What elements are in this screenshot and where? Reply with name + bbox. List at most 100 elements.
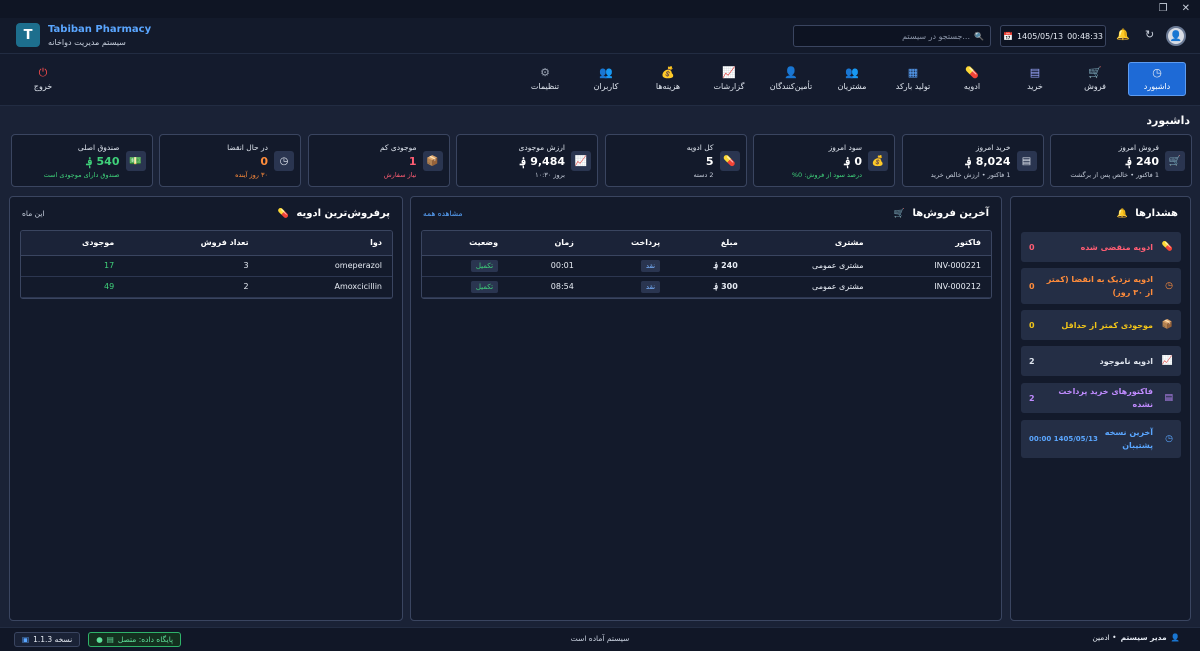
alert-count: 2 — [1029, 356, 1035, 366]
cell-name: omeperazol — [258, 255, 392, 277]
column-header: مبلغ — [670, 231, 748, 256]
alert-item[interactable]: ◷ ادویه نزدیک به انقضا (کمتر از ۳۰ روز) 0 — [1021, 268, 1181, 304]
restore-icon[interactable]: ❐ — [1159, 3, 1168, 14]
nav-label: ادویه — [963, 82, 981, 91]
card-subtext: درصد سود از فروش: 0% — [791, 171, 862, 179]
box-icon: 📦 — [422, 151, 443, 171]
card-subtext: 2 دسته — [693, 171, 714, 179]
status-badge: تکمیل — [470, 281, 499, 293]
column-header: مشتری — [747, 231, 874, 256]
nav-item-8[interactable]: 💰 هزینه‌ها — [639, 62, 697, 96]
money-bag-icon: 💰 — [661, 66, 675, 79]
column-header: وضعیت — [422, 231, 509, 256]
alert-item[interactable]: 📈 ادویه ناموجود 2 — [1021, 346, 1181, 376]
cell-stock: 17 — [21, 255, 125, 277]
table-row[interactable]: omeperazol 3 17 — [21, 255, 392, 277]
cell-stock: 49 — [21, 276, 125, 298]
date-time-display: 📅 1405/05/13 00:48:33 — [1000, 25, 1106, 47]
nav-item-10[interactable]: ⚙ تنظیمات — [516, 62, 574, 96]
summary-card: 💊 کل ادویه 5 2 دسته — [604, 134, 747, 187]
database-icon: ▤ — [106, 635, 114, 644]
summary-card: 💵 صندوق اصلی 540 ؋ صندوق دارای موجودی است — [10, 134, 153, 187]
alert-text: آخرین نسخه پشتیبان — [1104, 428, 1153, 450]
nav-item-6[interactable]: 👤 تأمین‌کنندگان — [762, 62, 820, 96]
card-subtext: 1 فاکتور • خالص پس از برگشت — [1070, 171, 1159, 179]
cell-invoice: INV-000212 — [873, 276, 991, 298]
logout-button[interactable]: ⏻ خروج — [14, 62, 72, 96]
status-badge: تکمیل — [470, 260, 499, 272]
nav-label: خرید — [1027, 82, 1043, 91]
alert-count: 1405/05/13 00:00 — [1029, 435, 1098, 443]
table-row[interactable]: INV-000212 مشتری عمومی 300 ؋ نقد 08:54 تکمیل — [422, 276, 991, 298]
column-header: زمان — [508, 231, 584, 256]
card-label: خرید امروز — [975, 143, 1011, 152]
alerts-title-text: هشدارها — [1135, 208, 1178, 219]
card-value: 0 — [260, 155, 268, 168]
nav-item-7[interactable]: 📈 گزارشات — [700, 62, 758, 96]
alert-item[interactable]: ▤ فاکتورهای خرید پرداخت نشده 2 — [1021, 383, 1181, 413]
card-value: 240 ؋ — [1125, 155, 1159, 168]
latest-sales-table: فاکتور مشتری مبلغ پرداخت زمان وضعیت INV-00022… — [421, 230, 992, 299]
nav-item-5[interactable]: 👥 مشتریان — [823, 62, 881, 96]
nav-item-3[interactable]: 💊 ادویه — [943, 62, 1001, 96]
window-controls: ❐ ✕ — [1159, 3, 1190, 14]
cart-icon: 🛒 — [1165, 151, 1185, 171]
refresh-icon[interactable]: ↻ — [1145, 28, 1154, 41]
column-header: موجودی — [21, 231, 125, 256]
summary-card: 📈 ارزش موجودی 9,484 ؋ بروز ۱۰:۳۰ — [456, 134, 598, 187]
current-time: 00:48:33 — [1067, 31, 1103, 41]
table-row[interactable]: INV-000221 مشتری عمومی 240 ؋ نقد 00:01 تکمیل — [422, 255, 991, 277]
card-label: کل ادویه — [686, 143, 714, 152]
pill-icon: 💊 — [719, 151, 740, 171]
cell-time: 08:54 — [508, 276, 584, 298]
search-icon: 🔍 — [974, 31, 984, 41]
view-all-link[interactable]: مشاهده همه — [423, 209, 463, 218]
card-value: 8,024 ؋ — [965, 155, 1011, 168]
nav-item-0[interactable]: ◷ داشبورد — [1128, 62, 1186, 96]
payment-badge: نقد — [640, 281, 661, 293]
alert-item[interactable]: 📦 موجودی کمتر از حداقل 0 — [1021, 310, 1181, 340]
card-value: 0 ؋ — [844, 155, 862, 168]
current-user: 👤 مدیر سیستم • ادمین — [1092, 633, 1180, 642]
db-status-text: پایگاه داده: متصل — [117, 635, 174, 644]
nav-item-1[interactable]: 🛒 فروش — [1066, 62, 1124, 96]
top-drugs-title: پرفروش‌ترین ادویه 💊 — [278, 208, 390, 219]
column-header: تعداد فروش — [124, 231, 259, 256]
table-row[interactable]: Amoxcicillin 2 49 — [21, 276, 392, 298]
nav-item-9[interactable]: 👥 کاربران — [577, 62, 635, 96]
nav-label: گزارشات — [713, 82, 745, 91]
cell-customer: مشتری عمومی — [747, 255, 874, 277]
cell-time: 00:01 — [508, 255, 584, 277]
close-icon[interactable]: ✕ — [1182, 3, 1190, 14]
card-label: سود امروز — [828, 143, 862, 152]
chart-icon: 📈 — [571, 151, 591, 171]
bell-icon[interactable]: 🔔 — [1116, 28, 1130, 41]
card-subtext: صندوق دارای موجودی است — [43, 171, 120, 179]
card-subtext: 1 فاکتور • ارزش خالص خرید — [930, 171, 1011, 179]
avatar[interactable]: 👤 — [1166, 26, 1186, 46]
card-value: 540 ؋ — [86, 155, 120, 168]
pill-icon: 💊 — [1161, 242, 1173, 252]
money-bag-icon: 💰 — [868, 151, 888, 171]
alert-item[interactable]: ◷ آخرین نسخه پشتیبان 1405/05/13 00:00 — [1021, 420, 1181, 458]
chart-icon: 📈 — [722, 66, 736, 79]
cell-customer: مشتری عمومی — [747, 276, 874, 298]
summary-card: ▤ خرید امروز 8,024 ؋ 1 فاکتور • ارزش خالص خ… — [901, 134, 1044, 187]
top-drugs-title-text: پرفروش‌ترین ادویه — [296, 208, 390, 219]
card-label: در حال انقضا — [227, 143, 268, 152]
bell-icon: 🔔 — [1116, 209, 1128, 219]
alert-count: 0 — [1029, 242, 1035, 252]
latest-sales-title: آخرین فروش‌ها 🛒 — [894, 208, 989, 219]
alert-text: موجودی کمتر از حداقل — [1061, 320, 1153, 330]
nav-item-2[interactable]: ▤ خرید — [1006, 62, 1064, 96]
nav-label: تأمین‌کنندگان — [769, 82, 813, 91]
alert-item[interactable]: 💊 ادویه منقضی شده 0 — [1021, 232, 1181, 262]
document-icon: ▤ — [1016, 151, 1037, 171]
brand: T Tabiban Pharmacy سیستم مدیریت دواخانه — [16, 23, 151, 47]
top-drugs-table: دوا تعداد فروش موجودی omeperazol 3 17 Amoxcic… — [20, 230, 393, 299]
nav-item-4[interactable]: ▦ تولید بارکد — [884, 62, 942, 96]
card-label: موجودی کم — [379, 143, 417, 152]
column-header: پرداخت — [583, 231, 671, 256]
search-input[interactable]: جستجو در سیستم... 🔍 — [793, 25, 991, 47]
latest-sales-title-text: آخرین فروش‌ها — [912, 208, 989, 219]
